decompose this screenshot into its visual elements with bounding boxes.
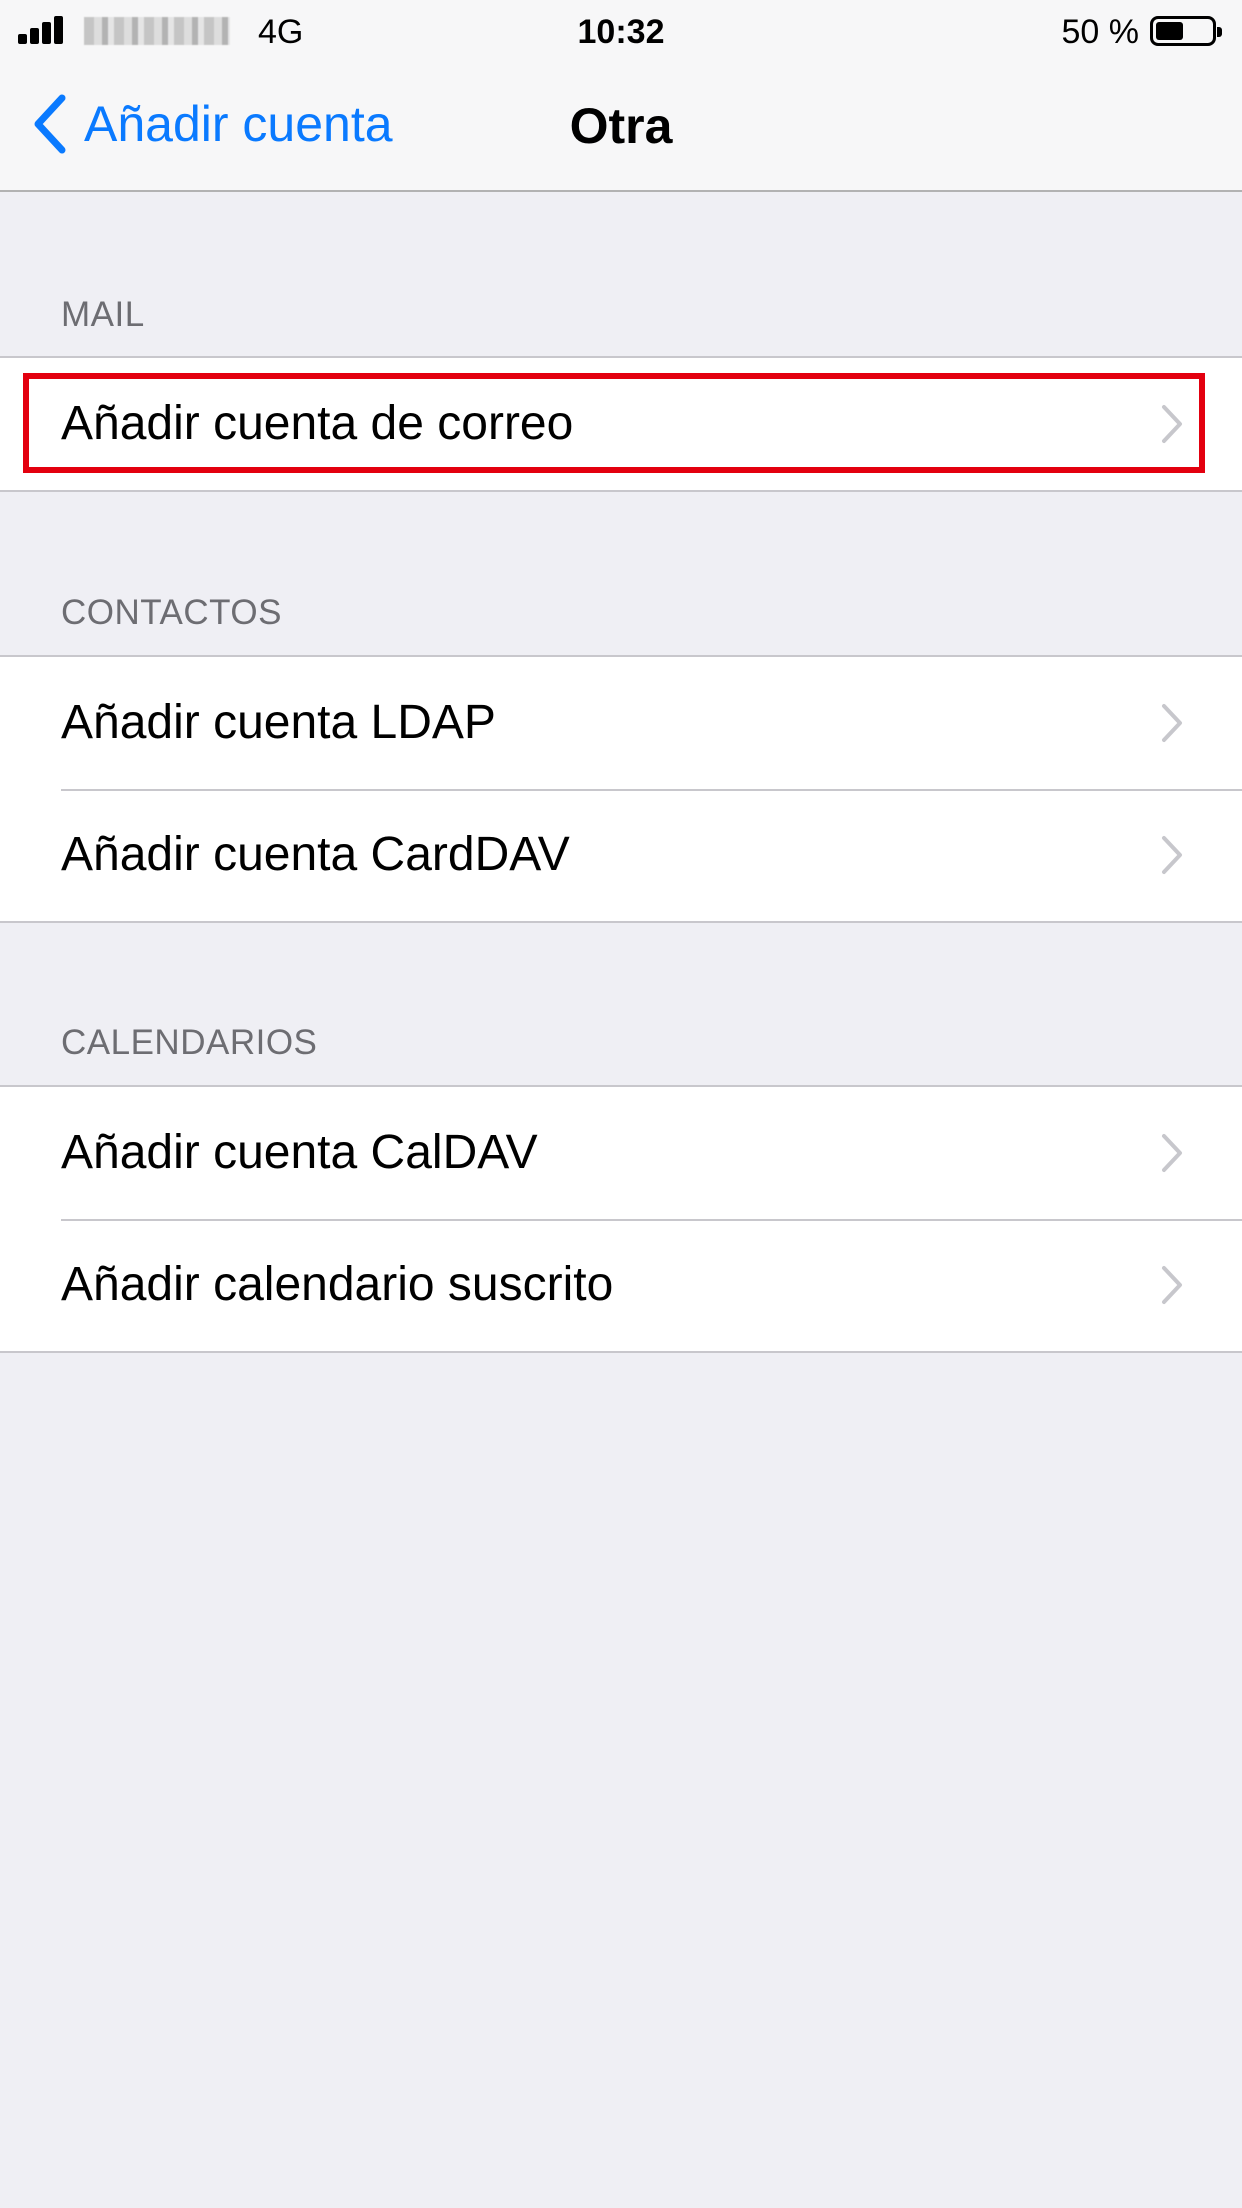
chevron-right-icon [1162, 836, 1182, 874]
status-time: 10:32 [577, 13, 665, 51]
row-label: Añadir calendario suscrito [61, 1258, 614, 1311]
add-mail-account-row[interactable]: Añadir cuenta de correo [0, 358, 1242, 490]
chevron-right-icon [1162, 1134, 1182, 1172]
row-label: Añadir cuenta CalDAV [61, 1126, 538, 1179]
group-calendars: Añadir cuenta CalDAV Añadir calendario s… [0, 1085, 1242, 1353]
add-carddav-account-row[interactable]: Añadir cuenta CardDAV [0, 789, 1242, 921]
row-label: Añadir cuenta de correo [61, 397, 574, 450]
group-contacts: Añadir cuenta LDAP Añadir cuenta CardDAV [0, 655, 1242, 923]
section-header-contacts: CONTACTOS [61, 593, 282, 632]
status-bar: 4G 10:32 50 % [0, 0, 1242, 64]
chevron-right-icon [1162, 704, 1182, 742]
add-ldap-account-row[interactable]: Añadir cuenta LDAP [0, 657, 1242, 789]
navigation-bar: Añadir cuenta Otra [0, 64, 1242, 192]
page-title: Otra [569, 98, 673, 154]
row-label: Añadir cuenta CardDAV [61, 828, 570, 881]
battery-percent: 50 % [1061, 13, 1140, 51]
section-header-mail: MAIL [61, 295, 145, 334]
row-label: Añadir cuenta LDAP [61, 696, 496, 749]
battery-icon [1150, 16, 1222, 46]
add-caldav-account-row[interactable]: Añadir cuenta CalDAV [0, 1087, 1242, 1219]
section-header-calendars: CALENDARIOS [61, 1023, 318, 1062]
group-mail: Añadir cuenta de correo [0, 356, 1242, 492]
chevron-right-icon [1162, 1266, 1182, 1304]
add-subscribed-calendar-row[interactable]: Añadir calendario suscrito [0, 1219, 1242, 1351]
chevron-right-icon [1162, 405, 1182, 443]
